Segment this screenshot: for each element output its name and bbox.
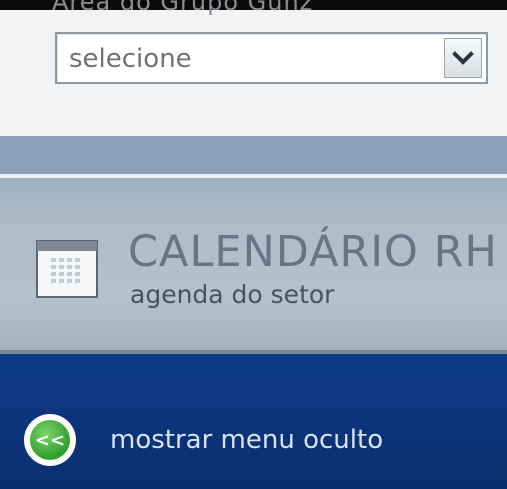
section-label: Área do Grupo Gunz — [52, 0, 314, 16]
group-select[interactable]: selecione — [55, 32, 488, 84]
double-chevron-left-icon[interactable]: << — [24, 414, 76, 466]
select-value: selecione — [69, 44, 192, 74]
calendar-icon[interactable] — [36, 240, 98, 302]
show-menu-button[interactable]: << mostrar menu oculto — [24, 414, 383, 466]
calendar-title[interactable]: CALENDÁRIO RH — [128, 227, 498, 277]
show-menu-label[interactable]: mostrar menu oculto — [110, 425, 383, 455]
calendar-subtitle[interactable]: agenda do setor — [130, 280, 334, 309]
show-menu-glyph: << — [30, 420, 70, 460]
divider-band — [0, 136, 507, 174]
chevron-down-glyph — [452, 51, 474, 65]
chevron-down-icon[interactable] — [444, 38, 482, 78]
filter-panel: selecione — [0, 10, 507, 136]
